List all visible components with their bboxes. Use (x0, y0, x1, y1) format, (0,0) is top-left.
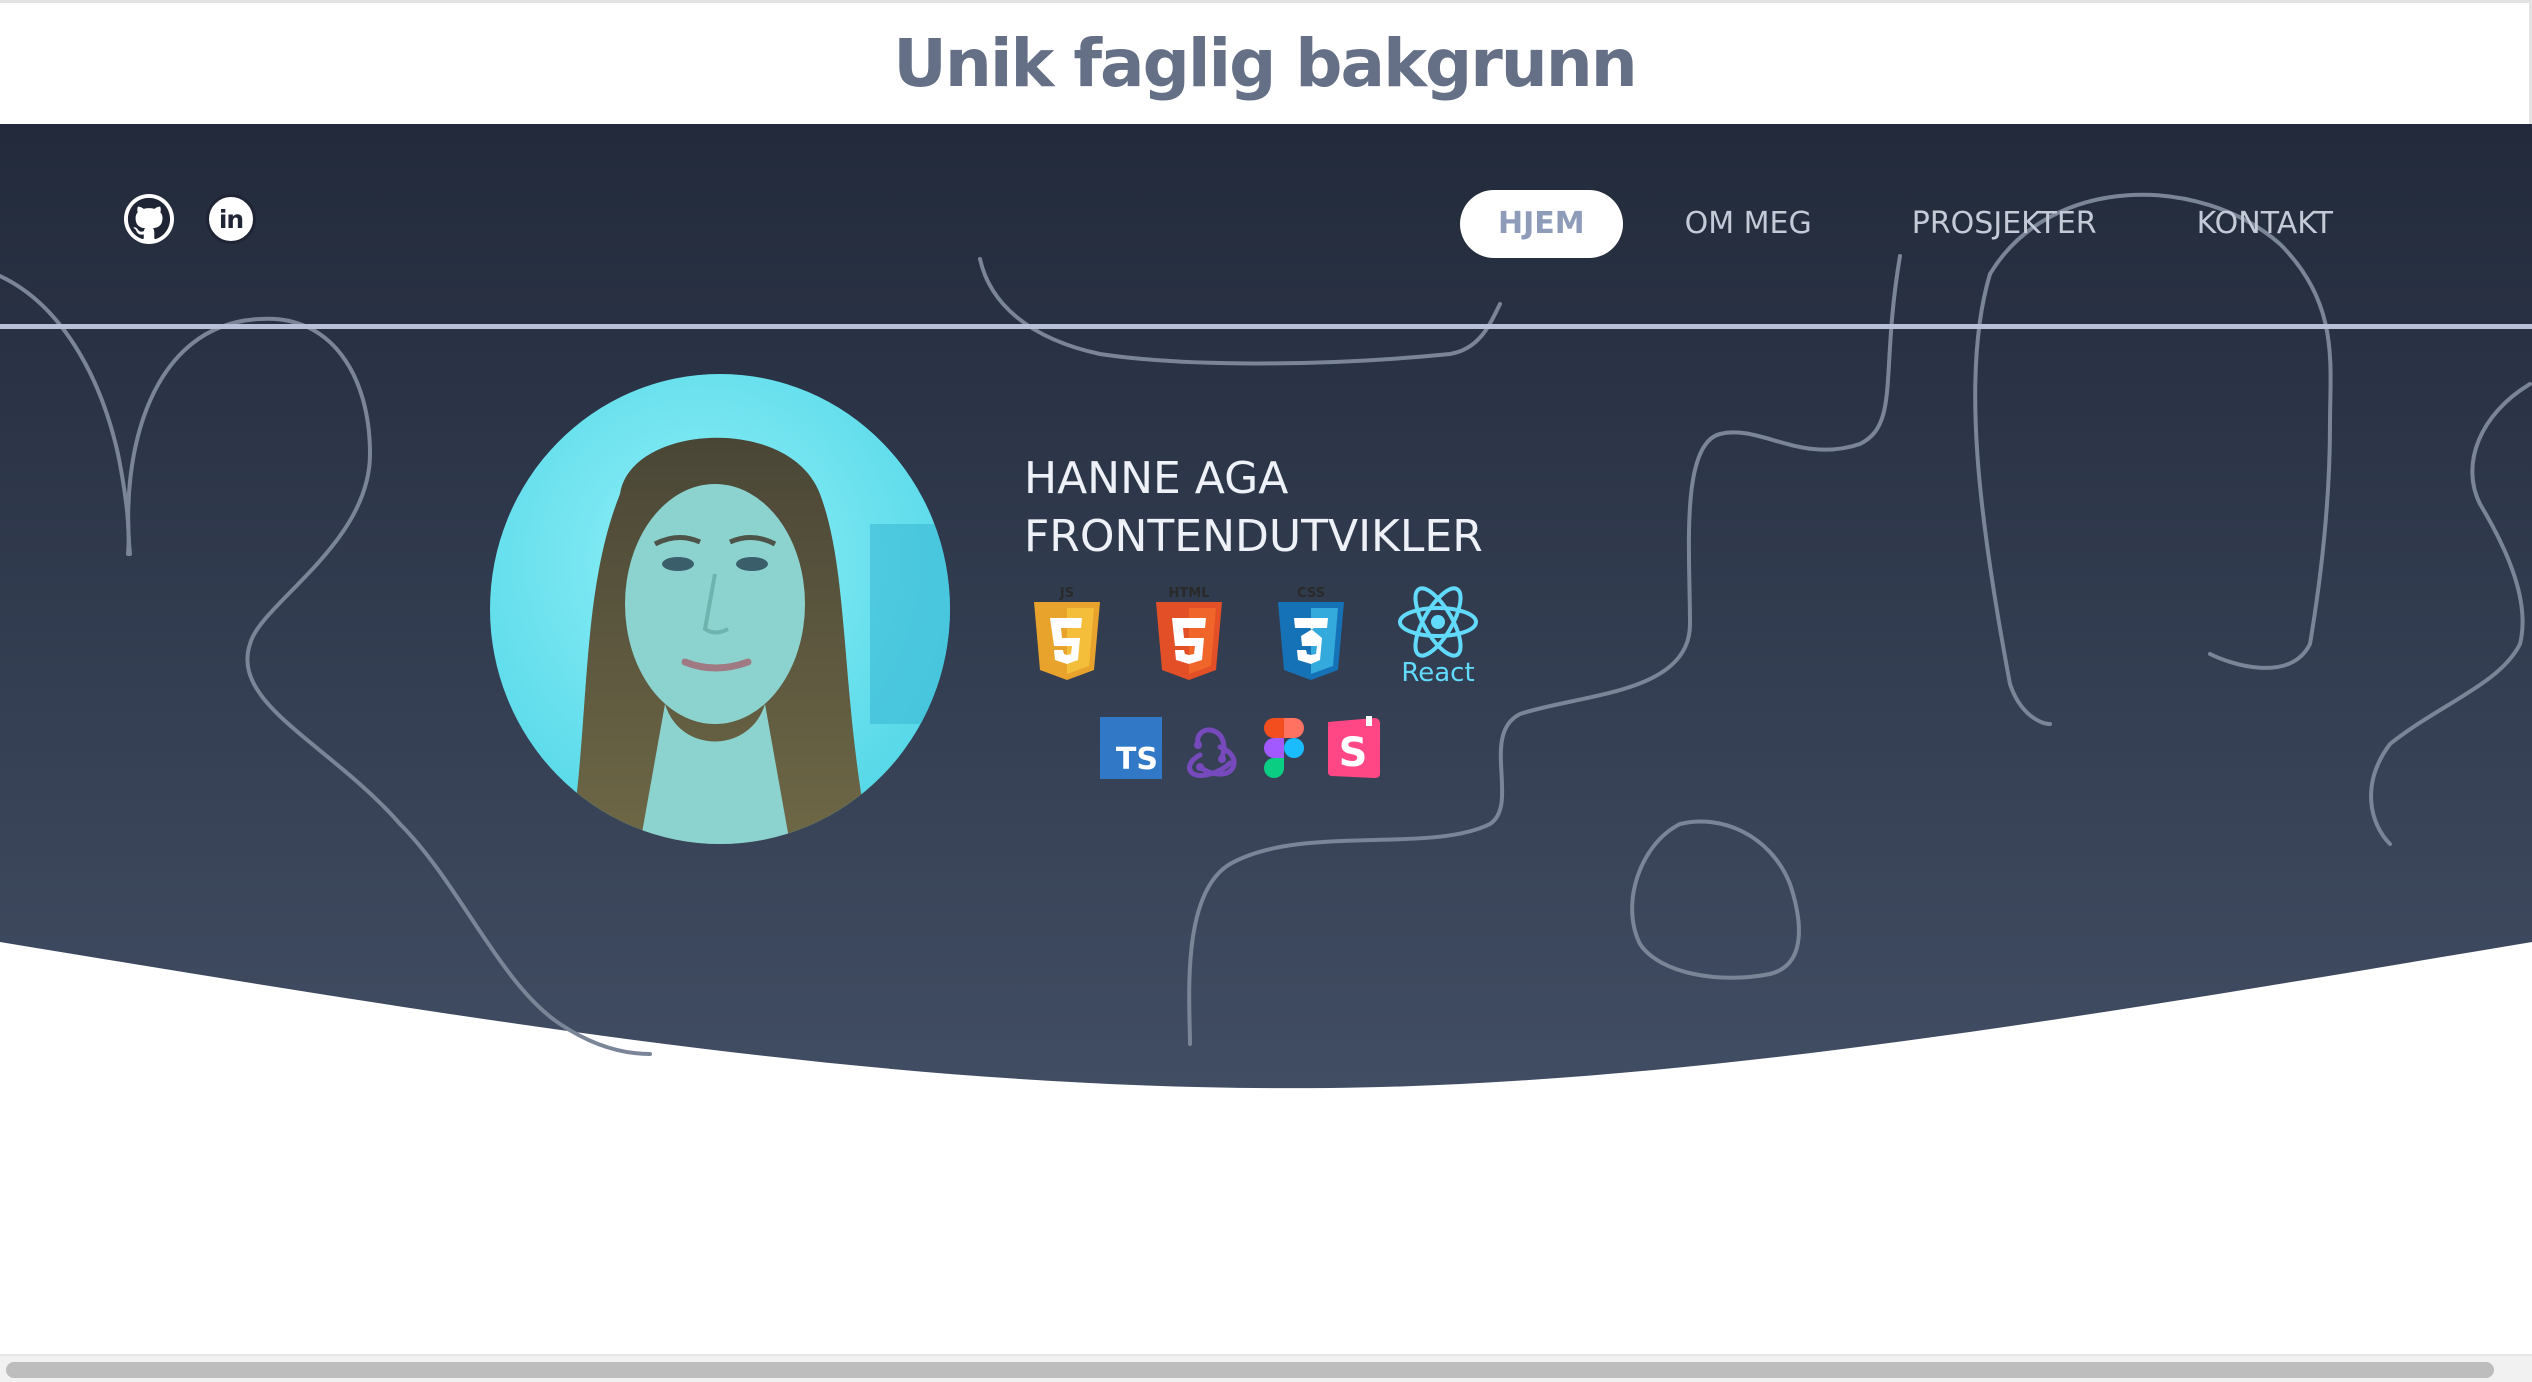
html-label: HTML (1169, 586, 1210, 601)
storybook-icon: S (1328, 716, 1380, 778)
js-label: JS (1059, 586, 1074, 601)
ts-label: TS (1115, 742, 1158, 777)
profile-role: FRONTENDUTVIKLER (1024, 511, 1483, 562)
avatar (490, 374, 950, 844)
linkedin-icon: in (218, 204, 244, 234)
nav-item-hjem[interactable]: HJEM (1460, 190, 1623, 258)
react-icon (1398, 586, 1478, 658)
storybook-label: S (1339, 730, 1368, 776)
tech-stack: JS HTML CSS React TS S (1030, 584, 1480, 780)
nav-item-prosjekter[interactable]: PROSJEKTER (1874, 190, 2135, 258)
javascript-icon: JS (1034, 586, 1100, 680)
css-label: CSS (1297, 586, 1325, 601)
main-nav: HJEM OM MEG PROSJEKTER KONTAKT (1460, 190, 2371, 258)
hero-section: in HJEM OM MEG PROSJEKTER KONTAKT HANNE … (0, 124, 2532, 1124)
nav-item-kontakt[interactable]: KONTAKT (2159, 190, 2371, 258)
typescript-icon: TS (1100, 717, 1162, 779)
nav-item-om-meg[interactable]: OM MEG (1647, 190, 1850, 258)
react-label: React (1401, 658, 1475, 688)
section-title: Unik faglig bakgrunn (893, 25, 1637, 102)
figma-icon (1264, 718, 1304, 778)
nav-divider (0, 324, 2532, 329)
redux-icon (1187, 727, 1237, 778)
linkedin-link[interactable]: in (206, 194, 256, 244)
html5-logo: HTML (1152, 584, 1226, 684)
github-icon (127, 197, 171, 240)
section-header: Unik faglig bakgrunn (0, 0, 2532, 124)
css3-icon: CSS (1278, 586, 1344, 680)
scrollbar-thumb[interactable] (6, 1362, 2494, 1378)
social-links: in (124, 194, 256, 244)
css3-logo: CSS (1274, 584, 1348, 684)
profile-photo (490, 374, 950, 844)
profile-name: HANNE AGA (1024, 453, 1289, 504)
github-link[interactable] (124, 194, 174, 244)
profile-info: HANNE AGA FRONTENDUTVIKLER (1024, 450, 1483, 566)
react-logo: React (1396, 584, 1480, 688)
html5-icon: HTML (1156, 586, 1222, 680)
javascript-logo: JS (1030, 584, 1104, 684)
horizontal-scrollbar[interactable] (0, 1354, 2532, 1382)
